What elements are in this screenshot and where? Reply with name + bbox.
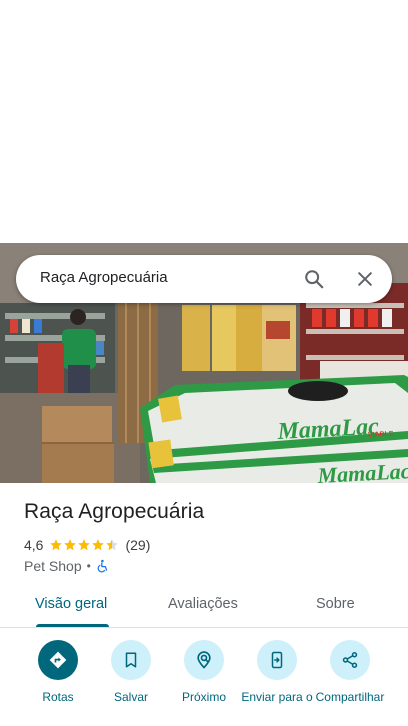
directions-icon [49,651,67,669]
map-area[interactable] [0,0,408,243]
close-icon [358,272,372,286]
tab-overview[interactable]: Visão geral [35,596,107,612]
star-icon [92,539,105,551]
nearby-icon [197,651,211,669]
sack-brand-text-lower: MamaLac [316,458,408,483]
category-row: Pet Shop • [24,557,110,575]
directions-label: Rotas [42,690,74,704]
search-bar[interactable]: Raça Agropecuária [16,255,392,303]
tab-bar: Visão geral Avaliações Sobre [0,584,408,628]
send-to-phone-icon [271,651,283,669]
half-star-icon [106,539,119,551]
action-bar: Rotas Salvar Próximo Enviar para o Compa… [0,640,408,726]
place-category: Pet Shop [24,558,82,574]
share-label: Compartilhar [315,690,385,704]
sack-brand-text: MamaLac [276,414,380,445]
send-to-phone-label: Enviar para o [241,690,313,704]
tab-about[interactable]: Sobre [316,596,355,612]
nearby-label: Próximo [181,690,226,704]
nearby-button[interactable]: Próximo [166,640,242,704]
place-title: Raça Agropecuária [24,500,205,523]
directions-button[interactable]: Rotas [20,640,96,704]
send-to-phone-button[interactable]: Enviar para o [239,640,315,704]
search-input[interactable]: Raça Agropecuária [40,269,168,286]
star-icon [64,539,77,551]
share-icon [342,652,358,668]
star-icon [50,539,63,551]
save-button[interactable]: Salvar [93,640,169,704]
rating-value: 4,6 [24,537,44,553]
active-tab-indicator [36,624,109,627]
search-button[interactable] [298,263,330,295]
search-icon [305,270,324,289]
share-button[interactable]: Compartilhar [312,640,388,704]
star-icon [78,539,91,551]
tab-reviews[interactable]: Avaliações [168,596,238,612]
save-label: Salvar [113,690,148,704]
wheelchair-accessible-icon [97,559,107,573]
review-count[interactable]: (29) [125,537,150,553]
clear-search-button[interactable] [349,263,381,295]
rating-row[interactable]: 4,6 (29) [24,536,150,554]
bookmark-icon [125,652,137,668]
sack-sub-text: VIABLE [368,431,394,439]
star-rating [49,538,119,552]
separator-dot: • [86,559,91,573]
